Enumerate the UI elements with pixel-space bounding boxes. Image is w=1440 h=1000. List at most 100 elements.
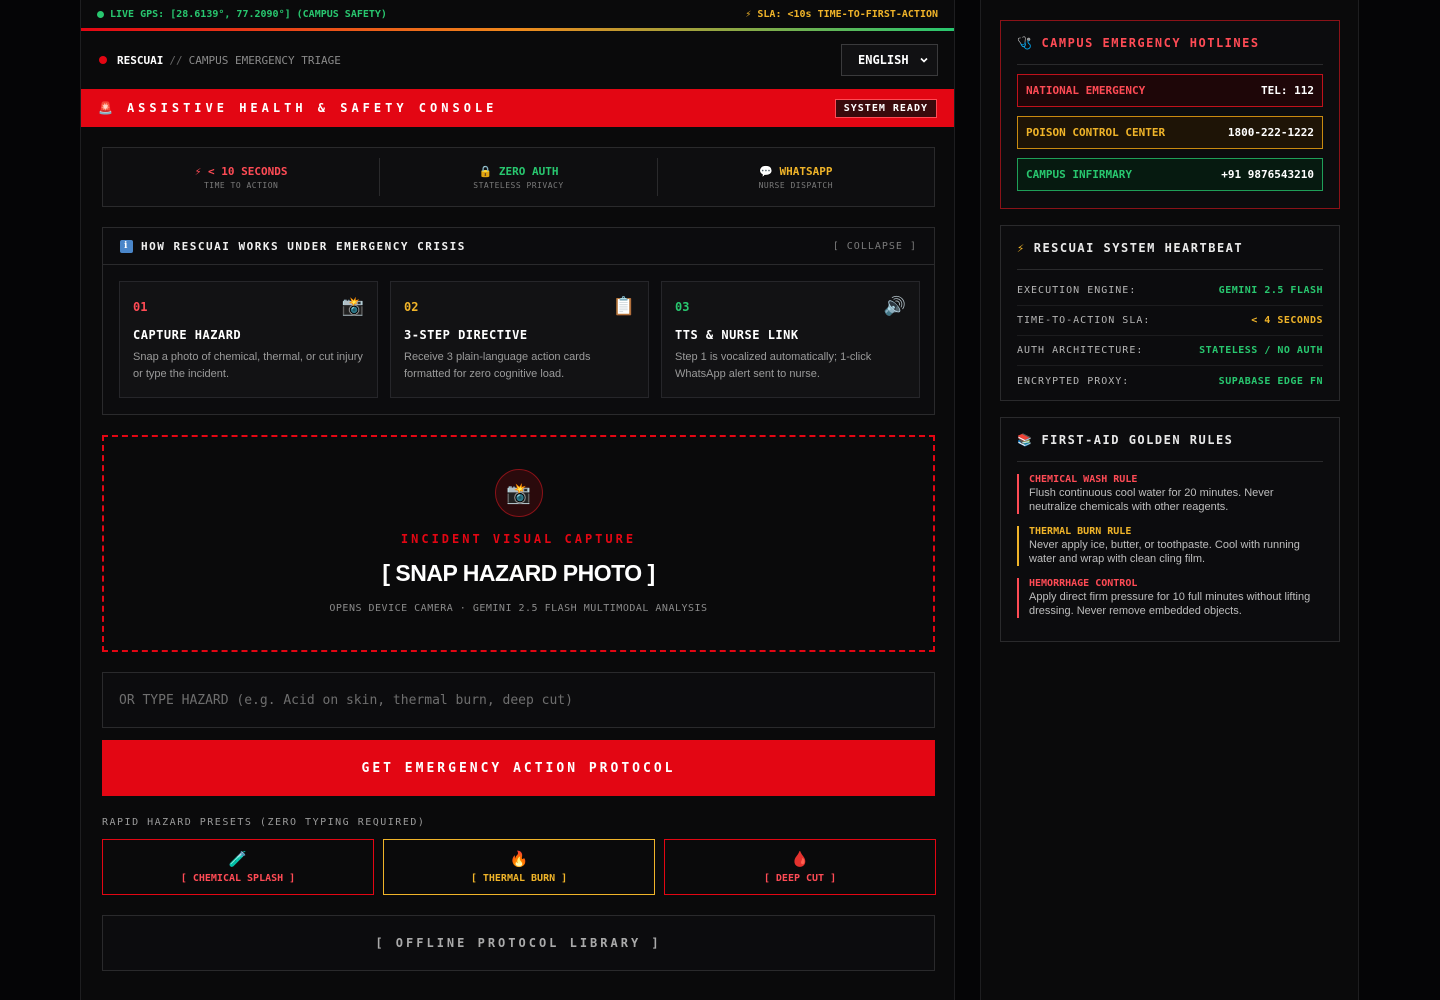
blood-drop-icon: 🩸 xyxy=(790,850,810,868)
get-protocol-button[interactable]: GET EMERGENCY ACTION PROTOCOL xyxy=(102,740,935,796)
preset-thermal-burn-button[interactable]: 🔥 [ THERMAL BURN ] xyxy=(383,839,655,895)
stat-item: 🔒 ZERO AUTH STATELESS PRIVACY xyxy=(380,158,658,196)
how-title: HOW RESCUAI WORKS UNDER EMERGENCY CRISIS xyxy=(141,239,466,253)
lock-icon: 🔒 xyxy=(478,164,493,178)
brand: RESCUAI // CAMPUS EMERGENCY TRIAGE xyxy=(99,54,341,67)
books-icon: 📚 xyxy=(1017,432,1034,447)
rule-item: CHEMICAL WASH RULE Flush continuous cool… xyxy=(1017,474,1323,514)
collapse-button[interactable]: [ COLLAPSE ] xyxy=(833,241,917,252)
hotline-number: 1800-222-1222 xyxy=(1227,126,1314,139)
step-title: 3-STEP DIRECTIVE xyxy=(404,328,528,342)
info-icon: i xyxy=(120,239,133,253)
heartbeat-rows: EXECUTION ENGINE: GEMINI 2.5 FLASH TIME-… xyxy=(1017,270,1323,396)
preset-deep-cut-button[interactable]: 🩸 [ DEEP CUT ] xyxy=(664,839,936,895)
stat-title: ⚡ < 10 SECONDS xyxy=(195,165,288,178)
speech-bubble-icon: 💬 xyxy=(759,164,773,178)
hotline-name: POISON CONTROL CENTER xyxy=(1026,126,1166,139)
how-it-works-panel: i HOW RESCUAI WORKS UNDER EMERGENCY CRIS… xyxy=(102,227,935,415)
gps-readout: LIVE GPS: [28.6139°, 77.2090°] (CAMPUS S… xyxy=(97,9,387,20)
rule-description: Flush continuous cool water for 20 minut… xyxy=(1029,487,1274,513)
step-card: 03 🔊 TTS & NURSE LINK Step 1 is vocalize… xyxy=(661,281,920,398)
presets-row: 🧪 [ CHEMICAL SPLASH ] 🔥 [ THERMAL BURN ]… xyxy=(102,839,936,895)
hotline-name: CAMPUS INFIRMARY xyxy=(1026,168,1132,181)
step-number: 02 xyxy=(404,300,419,314)
stat-item: ⚡ < 10 SECONDS TIME TO ACTION xyxy=(103,158,381,196)
test-tube-icon: 🧪 xyxy=(228,850,248,868)
stat-item: 💬 WHATSAPP NURSE DISPATCH xyxy=(658,158,934,196)
how-it-works-header: i HOW RESCUAI WORKS UNDER EMERGENCY CRIS… xyxy=(103,228,934,265)
stat-subtitle: NURSE DISPATCH xyxy=(758,180,834,190)
lightning-icon: ⚡ xyxy=(194,164,202,178)
heartbeat-key: AUTH ARCHITECTURE: xyxy=(1017,345,1144,356)
heartbeat-value: GEMINI 2.5 FLASH xyxy=(1218,285,1323,296)
snap-hazard-photo-dropzone[interactable]: 📸 INCIDENT VISUAL CAPTURE [ SNAP HAZARD … xyxy=(102,435,935,652)
heartbeat-header: ⚡ RESCUAI SYSTEM HEARTBEAT xyxy=(1017,226,1323,270)
hotline-number: TEL: 112 xyxy=(1261,84,1314,97)
status-dot-icon xyxy=(99,56,107,64)
preset-label: [ THERMAL BURN ] xyxy=(470,873,568,884)
heartbeat-row: AUTH ARCHITECTURE: STATELESS / NO AUTH xyxy=(1017,336,1323,366)
heartbeat-row: EXECUTION ENGINE: GEMINI 2.5 FLASH xyxy=(1017,276,1323,306)
hotlines-header: 🩺 CAMPUS EMERGENCY HOTLINES xyxy=(1017,21,1323,65)
fire-icon: 🔥 xyxy=(509,850,529,868)
rule-item: HEMORRHAGE CONTROL Apply direct firm pre… xyxy=(1017,578,1323,618)
hotlines-panel: 🩺 CAMPUS EMERGENCY HOTLINES NATIONAL EME… xyxy=(1000,20,1340,209)
stat-title: 🔒 ZERO AUTH xyxy=(479,165,559,178)
live-dot-icon xyxy=(97,10,104,18)
language-select[interactable]: ENGLISH xyxy=(841,44,938,76)
gps-text: LIVE GPS: [28.6139°, 77.2090°] (CAMPUS S… xyxy=(110,8,387,20)
language-value: ENGLISH xyxy=(858,53,909,67)
step-card: 02 📋 3-STEP DIRECTIVE Receive 3 plain-la… xyxy=(390,281,649,398)
brand-name: RESCUAI xyxy=(117,53,164,67)
presets-label: RAPID HAZARD PRESETS (ZERO TYPING REQUIR… xyxy=(102,817,426,828)
speaker-icon: 🔊 xyxy=(883,296,906,317)
step-description: Step 1 is vocalized automatically; 1-cli… xyxy=(675,351,872,380)
lightning-icon: ⚡ xyxy=(1017,240,1026,255)
stats-strip: ⚡ < 10 SECONDS TIME TO ACTION 🔒 ZERO AUT… xyxy=(102,147,935,207)
heartbeat-row: TIME-TO-ACTION SLA: < 4 SECONDS xyxy=(1017,306,1323,336)
heartbeat-title: RESCUAI SYSTEM HEARTBEAT xyxy=(1033,240,1244,255)
step-title: CAPTURE HAZARD xyxy=(133,328,242,342)
step-number: 03 xyxy=(675,300,690,314)
golden-rules-title: FIRST-AID GOLDEN RULES xyxy=(1041,432,1234,447)
stethoscope-icon: 🩺 xyxy=(1017,35,1034,50)
preset-label: [ DEEP CUT ] xyxy=(763,873,837,884)
hotline-name: NATIONAL EMERGENCY xyxy=(1026,84,1146,97)
golden-rules-panel: 📚 FIRST-AID GOLDEN RULES CHEMICAL WASH R… xyxy=(1000,417,1340,642)
step-number: 01 xyxy=(133,300,148,314)
capture-title: [ SNAP HAZARD PHOTO ] xyxy=(382,560,655,586)
hotline-campus-infirmary[interactable]: CAMPUS INFIRMARY +91 9876543210 xyxy=(1017,158,1323,191)
heartbeat-panel: ⚡ RESCUAI SYSTEM HEARTBEAT EXECUTION ENG… xyxy=(1000,225,1340,401)
heartbeat-row: ENCRYPTED PROXY: SUPABASE EDGE FN xyxy=(1017,366,1323,396)
preset-chemical-splash-button[interactable]: 🧪 [ CHEMICAL SPLASH ] xyxy=(102,839,374,895)
siren-icon: 🚨 xyxy=(98,101,117,115)
hotline-national-emergency[interactable]: NATIONAL EMERGENCY TEL: 112 xyxy=(1017,74,1323,107)
heartbeat-key: TIME-TO-ACTION SLA: xyxy=(1017,315,1151,326)
preset-label: [ CHEMICAL SPLASH ] xyxy=(180,873,296,884)
rule-description: Never apply ice, butter, or toothpaste. … xyxy=(1029,539,1300,565)
heartbeat-value: < 4 SECONDS xyxy=(1251,315,1323,326)
console-banner: 🚨 ASSISTIVE HEALTH & SAFETY CONSOLE SYST… xyxy=(81,89,954,127)
hazard-text-input[interactable] xyxy=(102,672,935,728)
camera-icon: 📸 xyxy=(494,469,543,517)
step-title: TTS & NURSE LINK xyxy=(675,328,799,342)
rule-item: THERMAL BURN RULE Never apply ice, butte… xyxy=(1017,526,1323,566)
hotline-number: +91 9876543210 xyxy=(1221,168,1314,181)
rule-title: CHEMICAL WASH RULE xyxy=(1029,474,1138,485)
stat-title-text: ZERO AUTH xyxy=(498,164,559,178)
step-description: Snap a photo of chemical, thermal, or cu… xyxy=(133,351,363,380)
offline-library-button[interactable]: [ OFFLINE PROTOCOL LIBRARY ] xyxy=(102,915,935,971)
clipboard-icon: 📋 xyxy=(612,296,635,317)
rule-title: THERMAL BURN RULE xyxy=(1029,526,1132,537)
rule-description: Apply direct firm pressure for 10 full m… xyxy=(1029,591,1311,617)
heartbeat-value: SUPABASE EDGE FN xyxy=(1218,375,1323,387)
stat-subtitle: STATELESS PRIVACY xyxy=(473,180,564,190)
rule-title: HEMORRHAGE CONTROL xyxy=(1029,578,1138,589)
app-header: RESCUAI // CAMPUS EMERGENCY TRIAGE ENGLI… xyxy=(81,31,954,89)
stat-subtitle: TIME TO ACTION xyxy=(203,180,279,190)
step-description: Receive 3 plain-language action cards fo… xyxy=(404,351,591,380)
hotlines-title: CAMPUS EMERGENCY HOTLINES xyxy=(1041,35,1260,50)
hotline-poison-control[interactable]: POISON CONTROL CENTER 1800-222-1222 xyxy=(1017,116,1323,149)
sla-text: ⚡ SLA: <10s TIME-TO-FIRST-ACTION xyxy=(745,8,938,20)
camera-icon: 📸 xyxy=(341,296,364,317)
